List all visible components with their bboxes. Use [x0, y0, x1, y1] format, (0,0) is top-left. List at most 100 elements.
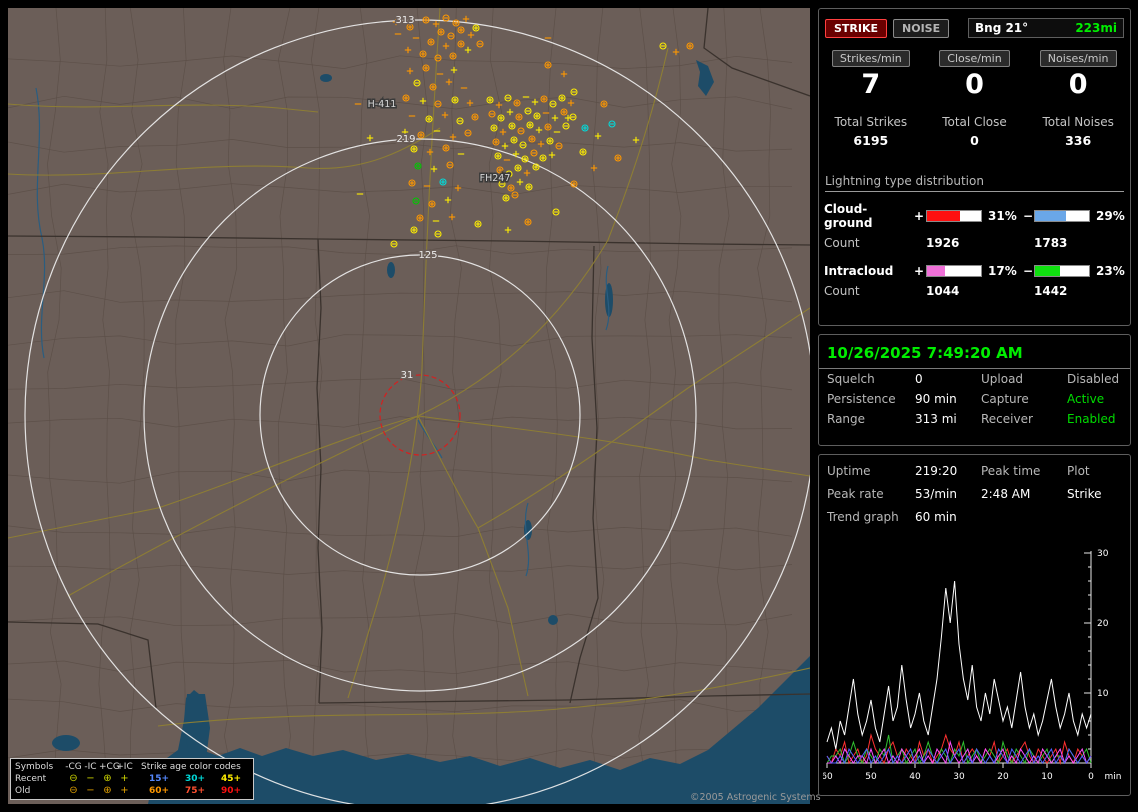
- ic-minus-count: 1442: [1034, 284, 1068, 298]
- range-label: Range: [827, 412, 866, 426]
- plus-sign: +: [913, 264, 925, 278]
- bearing-display: Bng 21° 223mi: [968, 18, 1124, 38]
- distribution-title: Lightning type distribution: [825, 174, 1124, 192]
- circle-minus-icon: ⊖: [69, 785, 78, 796]
- cg-plus-pct: 31%: [988, 209, 1017, 223]
- bearing-label: Bng 21°: [975, 21, 1029, 35]
- svg-text:min: min: [1104, 772, 1121, 782]
- svg-text:30: 30: [1097, 549, 1109, 559]
- cg-plus-bar: [926, 210, 982, 222]
- plot-value: Strike: [1067, 487, 1102, 501]
- svg-text:H-411: H-411: [368, 99, 397, 110]
- svg-text:125: 125: [418, 250, 437, 261]
- info-row: Uptime 219:20 Peak time Plot: [819, 460, 1130, 483]
- close-per-min-label: Close/min: [939, 50, 1010, 67]
- intracloud-row: Intracloud + 17% − 23%: [819, 264, 1130, 278]
- settings-row: Range 313 mi Receiver Enabled: [819, 409, 1130, 429]
- map-legend: Symbols -CG -IC +CG +IC Strike age color…: [10, 758, 254, 800]
- cloud-ground-row: Cloud-ground + 31% − 29%: [819, 202, 1130, 230]
- ic-plus-count: 1044: [926, 284, 960, 298]
- capture-label: Capture: [981, 392, 1029, 406]
- rate-labels-row: Strikes/min Close/min Noises/min: [819, 50, 1130, 67]
- circle-minus-icon: ⊖: [69, 773, 78, 784]
- intracloud-label: Intracloud: [824, 264, 894, 278]
- count-label: Count: [824, 284, 860, 298]
- settings-row: Persistence 90 min Capture Active: [819, 389, 1130, 409]
- noises-per-min-label: Noises/min: [1039, 50, 1117, 67]
- map-land: [8, 8, 810, 804]
- noise-button[interactable]: NOISE: [893, 18, 950, 38]
- receiver-label: Receiver: [981, 412, 1033, 426]
- plus-sign: +: [913, 209, 925, 223]
- legend-col-ncg: -CG: [65, 762, 82, 772]
- cg-minus-pct: 29%: [1096, 209, 1125, 223]
- trend-graph-label: Trend graph: [827, 510, 899, 524]
- svg-text:219: 219: [396, 134, 415, 145]
- peak-rate-label: Peak rate: [827, 487, 884, 501]
- legend-col-nic: -IC: [84, 762, 97, 772]
- control-panel: STRIKE NOISE Bng 21° 223mi Strikes/min C…: [818, 8, 1131, 804]
- persistence-label: Persistence: [827, 392, 896, 406]
- totals-values-row: 6195 0 336: [819, 133, 1130, 148]
- svg-text:60: 60: [823, 772, 833, 782]
- trend-graph: 10 20 30 60 50 40 30 20 10 0 min: [823, 549, 1121, 782]
- age-90: 90+: [220, 786, 242, 796]
- legend-col-pcg: +CG: [99, 762, 120, 772]
- minus-sign: −: [1022, 209, 1034, 223]
- cg-plus-count: 1926: [926, 236, 960, 250]
- ic-plus-pct: 17%: [988, 264, 1017, 278]
- peak-rate-value: 53/min: [915, 487, 957, 501]
- ic-minus-bar: [1034, 265, 1090, 277]
- legend-old-label: Old: [15, 786, 31, 796]
- plus-icon: +: [120, 773, 129, 784]
- bearing-range: 223mi: [1075, 21, 1117, 35]
- count-label: Count: [824, 236, 860, 250]
- svg-text:10: 10: [1041, 772, 1053, 782]
- svg-text:20: 20: [997, 772, 1009, 782]
- datetime-display: 10/26/2025 7:49:20 AM: [827, 344, 1023, 362]
- minus-icon: −: [86, 773, 95, 784]
- age-75: 75+: [184, 786, 206, 796]
- map-area[interactable]: 313 219 125 31 H-411 FH247 Symbols -CG -IC +C…: [7, 7, 816, 811]
- strike-button[interactable]: STRIKE: [825, 18, 888, 38]
- uptime-label: Uptime: [827, 464, 871, 478]
- legend-recent-label: Recent: [15, 774, 47, 784]
- svg-text:30: 30: [953, 772, 965, 782]
- cloud-ground-label: Cloud-ground: [824, 202, 873, 230]
- copyright-text: ©2005 Astrogenic Systems: [690, 792, 821, 803]
- ic-minus-pct: 23%: [1096, 264, 1125, 278]
- minus-sign: −: [1022, 264, 1034, 278]
- upload-status: Disabled: [1067, 372, 1120, 386]
- squelch-value: 0: [915, 372, 923, 386]
- svg-text:50: 50: [865, 772, 877, 782]
- settings-row: Squelch 0 Upload Disabled: [819, 369, 1130, 389]
- cg-minus-count: 1783: [1034, 236, 1068, 250]
- strikes-per-min-value: 7: [861, 69, 881, 100]
- svg-text:31: 31: [401, 370, 414, 381]
- svg-text:0: 0: [1088, 772, 1094, 782]
- total-strikes-label: Total Strikes: [834, 115, 908, 129]
- noises-per-min-value: 0: [1068, 69, 1088, 100]
- upload-label: Upload: [981, 372, 1024, 386]
- intracloud-count-row: Count 1044 1442: [819, 284, 1130, 298]
- plus-icon: +: [120, 785, 129, 796]
- close-per-min-value: 0: [965, 69, 984, 100]
- strikes-per-min-label: Strikes/min: [831, 50, 910, 67]
- cloud-ground-count-row: Count 1926 1783: [819, 236, 1130, 250]
- capture-status: Active: [1067, 392, 1105, 406]
- legend-col-pic: +IC: [116, 762, 133, 772]
- trend-window-value: 60 min: [915, 510, 957, 524]
- total-noises-label: Total Noises: [1042, 115, 1114, 129]
- age-60: 60+: [148, 786, 170, 796]
- svg-text:10: 10: [1097, 689, 1109, 699]
- legend-symbols-title: Symbols: [15, 762, 54, 772]
- clock-section: 10/26/2025 7:49:20 AM Squelch 0 Upload D…: [818, 334, 1131, 446]
- uptime-value: 219:20: [915, 464, 958, 478]
- radar-map[interactable]: 313 219 125 31 H-411 FH247: [7, 7, 816, 811]
- info-row: Peak rate 53/min 2:48 AM Strike: [819, 483, 1130, 506]
- trend-section: Uptime 219:20 Peak time Plot Peak rate 5…: [818, 454, 1131, 796]
- minus-icon: −: [86, 785, 95, 796]
- mode-row: STRIKE NOISE Bng 21° 223mi: [819, 14, 1130, 42]
- plot-label: Plot: [1067, 464, 1090, 478]
- peak-time-label: Peak time: [981, 464, 1041, 478]
